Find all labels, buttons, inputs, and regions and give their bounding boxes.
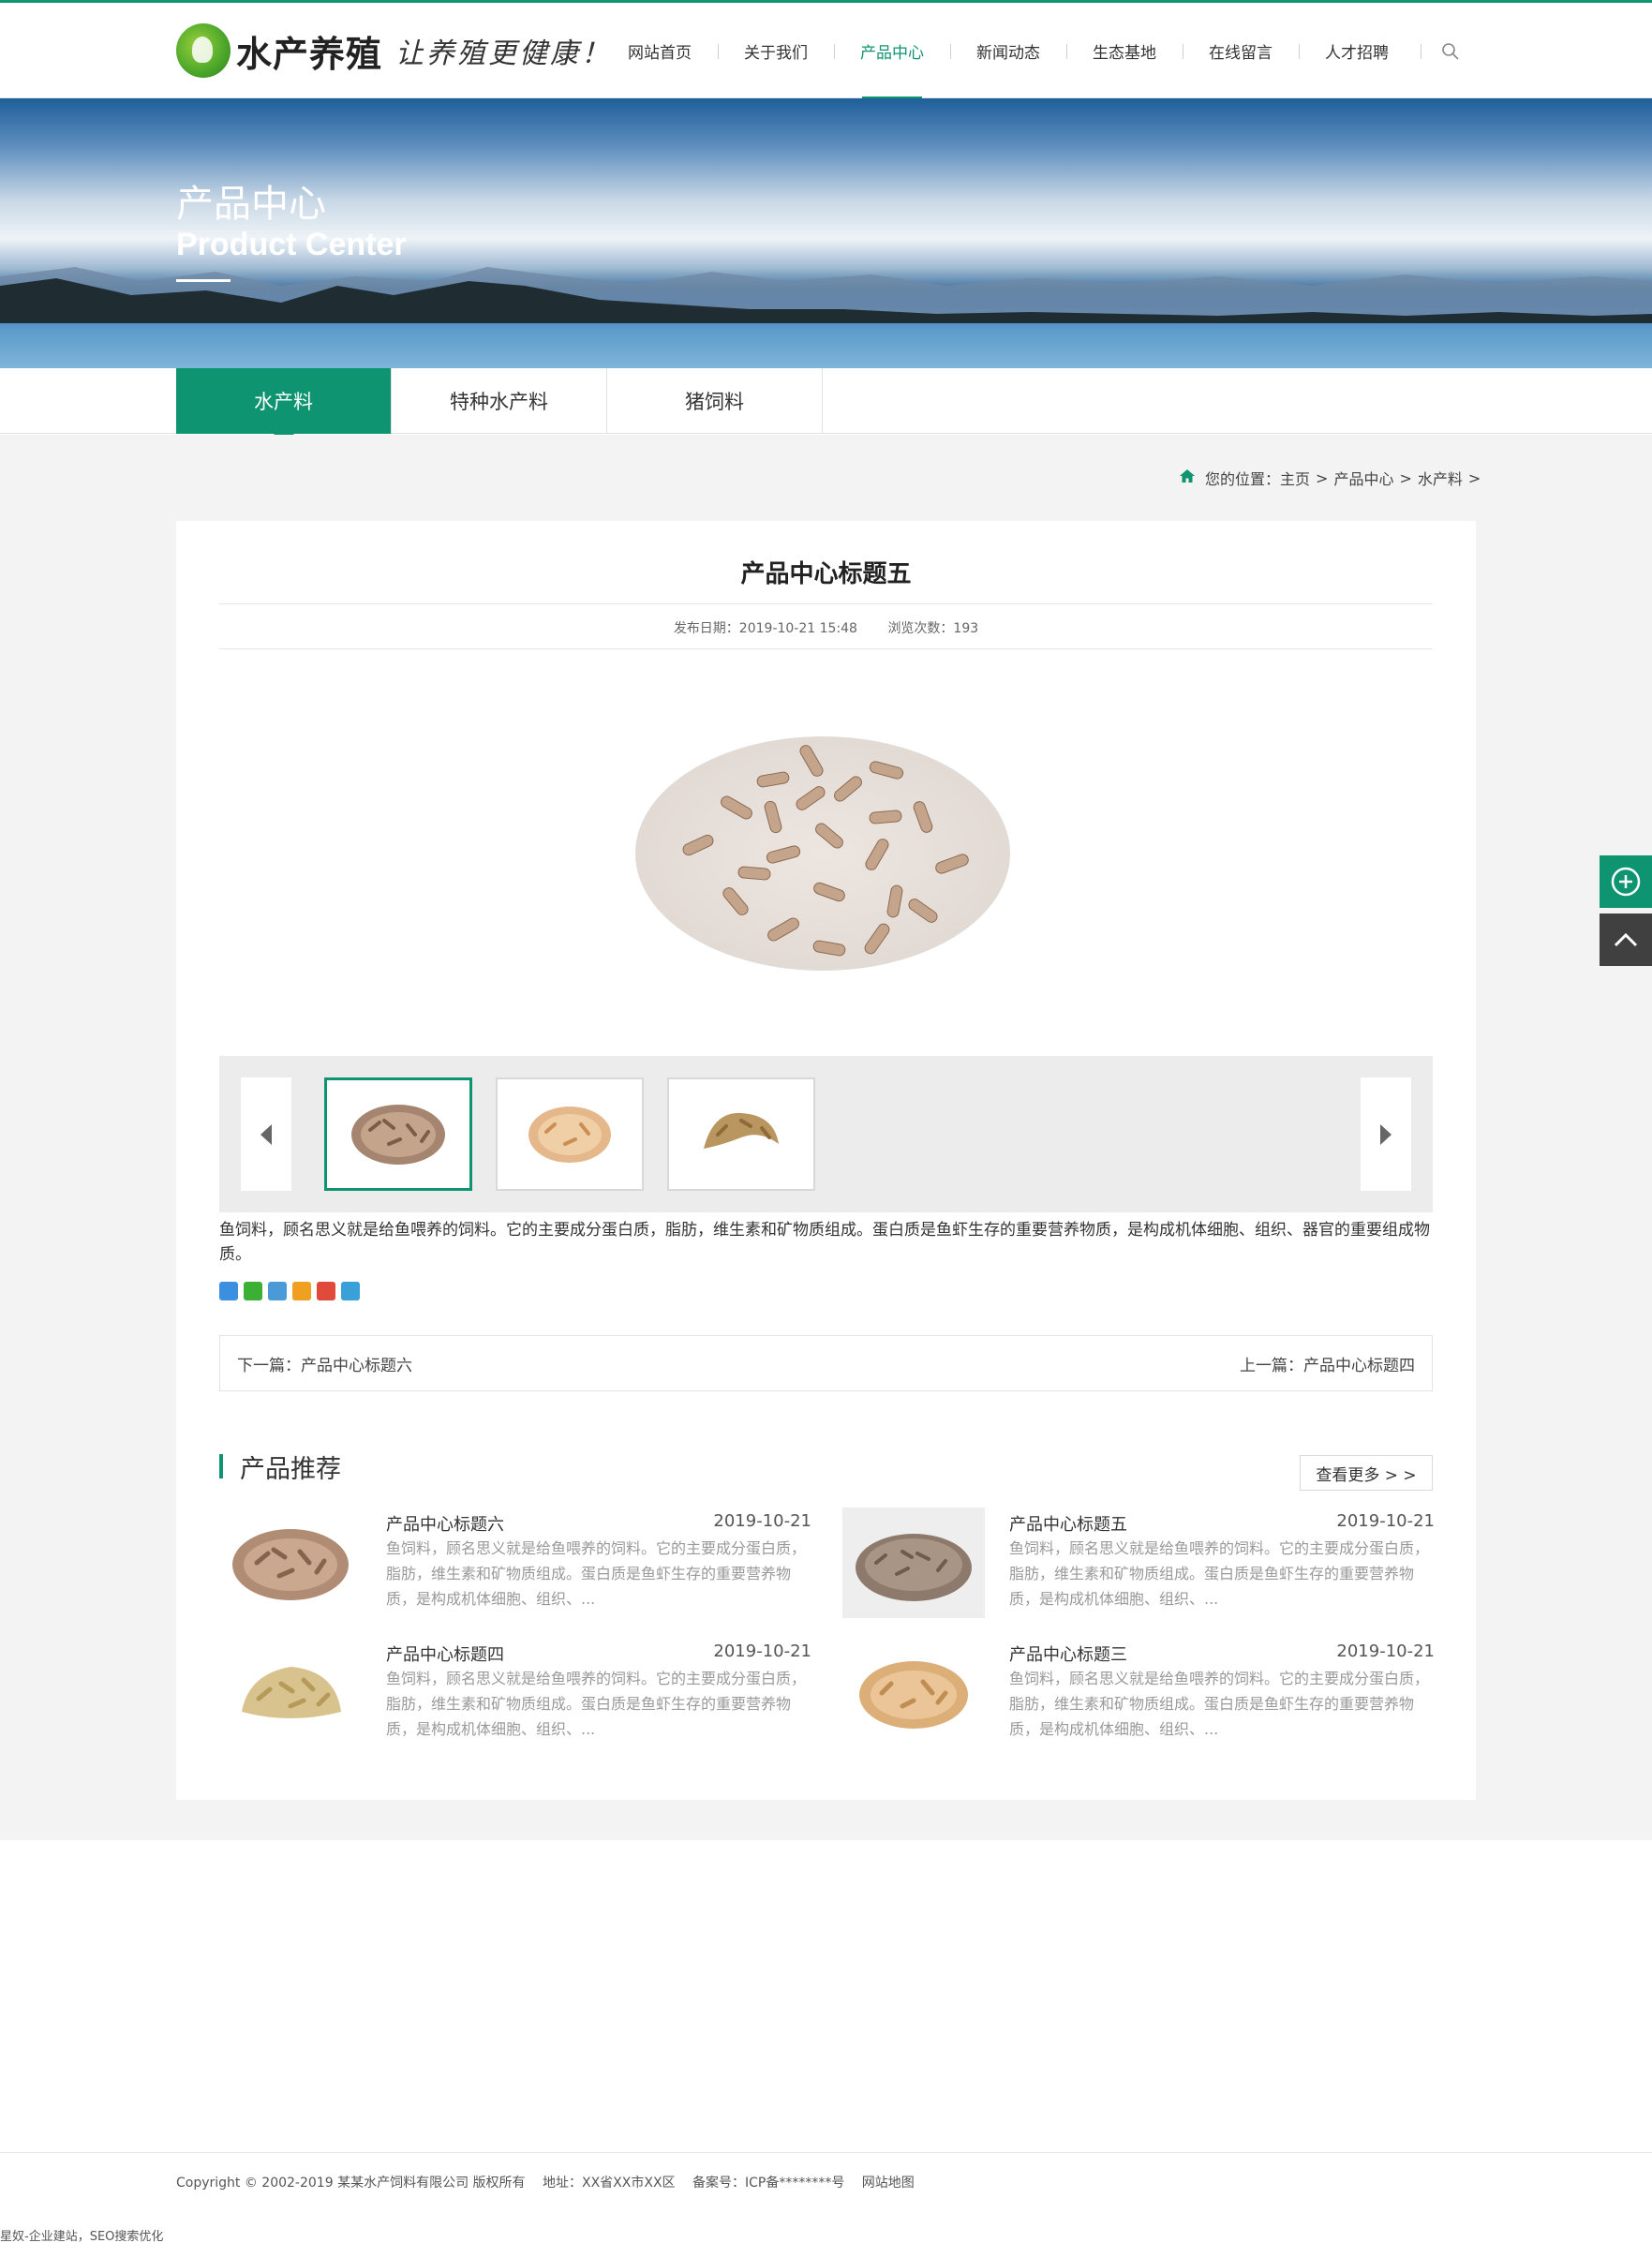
- recommend-item[interactable]: 产品中心标题四 2019-10-21 鱼饲料，顾名思义就是给鱼喂养的饲料。它的主…: [219, 1638, 811, 1754]
- recommend-date: 2019-10-21: [713, 1642, 811, 1661]
- breadcrumb-separator: >: [1399, 468, 1412, 487]
- publish-date: 发布日期：2019-10-21 15:48: [673, 621, 857, 636]
- share-weibo-icon[interactable]: [317, 1282, 335, 1300]
- thumbnail-image: [351, 1104, 445, 1165]
- breadcrumb: 您的位置： 主页 > 产品中心 > 水产料 >: [1179, 467, 1481, 489]
- banner-title-en: Product Center: [176, 227, 407, 262]
- product-main-image: [635, 736, 1010, 971]
- share-tencent-icon[interactable]: [341, 1282, 360, 1300]
- site-header: 水产养殖 让养殖更健康！ 网站首页 关于我们 产品中心 新闻动态 生态基地 在线…: [0, 3, 1652, 99]
- article-pagination: 下一篇：产品中心标题六 上一篇：产品中心标题四: [219, 1335, 1433, 1391]
- float-consult-button[interactable]: [1600, 855, 1652, 908]
- category-tabs-bar: 水产料 特种水产料 猪饲料: [0, 368, 1652, 444]
- recommend-summary: 鱼饲料，顾名思义就是给鱼喂养的饲料。它的主要成分蛋白质，脂肪，维生素和矿物质组成…: [386, 1539, 807, 1608]
- divider: [219, 648, 1433, 649]
- recommend-image: [842, 1638, 985, 1748]
- address-text: 地址：XX省XX市XX区: [542, 2176, 676, 2191]
- search-icon[interactable]: [1434, 35, 1467, 68]
- product-description: 鱼饲料，顾名思义就是给鱼喂养的饲料。它的主要成分蛋白质，脂肪，维生素和矿物质组成…: [219, 1221, 1430, 1264]
- nav-item-home[interactable]: 网站首页: [602, 3, 718, 98]
- breadcrumb-aquatic-feed[interactable]: 水产料: [1418, 467, 1463, 489]
- logo-slogan: 让养殖更健康！: [395, 37, 613, 70]
- carousel-prev-button[interactable]: [241, 1077, 291, 1191]
- icp-link[interactable]: 备案号：ICP备********号: [692, 2176, 844, 2191]
- arrow-right-icon: [1380, 1123, 1392, 1145]
- share-wechat-icon[interactable]: [244, 1282, 262, 1300]
- recommend-name[interactable]: 产品中心标题四: [386, 1642, 504, 1666]
- section-accent-bar: [219, 1454, 223, 1478]
- share-qq-icon[interactable]: [268, 1282, 287, 1300]
- carousel-thumbnail[interactable]: [496, 1077, 644, 1191]
- sitemap-link[interactable]: 网站地图: [862, 2176, 915, 2191]
- article-card: 产品中心标题五 发布日期：2019-10-21 15:48 浏览次数：193 鱼…: [176, 521, 1476, 1800]
- tab-aquatic-feed[interactable]: 水产料: [176, 368, 392, 444]
- recommend-image: [842, 1508, 985, 1618]
- view-more-button[interactable]: 查看更多 > >: [1300, 1455, 1433, 1491]
- next-article-link[interactable]: 下一篇：产品中心标题六: [237, 1352, 412, 1375]
- recommend-date: 2019-10-21: [1336, 1511, 1435, 1531]
- recommend-item[interactable]: 产品中心标题六 2019-10-21 鱼饲料，顾名思义就是给鱼喂养的饲料。它的主…: [219, 1508, 811, 1624]
- recommend-header: 产品推荐: [219, 1452, 341, 1484]
- nav-item-news[interactable]: 新闻动态: [950, 3, 1066, 98]
- recommend-date: 2019-10-21: [1336, 1642, 1435, 1661]
- recommend-name[interactable]: 产品中心标题五: [1009, 1511, 1127, 1536]
- share-more-icon[interactable]: [219, 1282, 238, 1300]
- recommend-item[interactable]: 产品中心标题五 2019-10-21 鱼饲料，顾名思义就是给鱼喂养的饲料。它的主…: [842, 1508, 1435, 1624]
- carousel-next-button[interactable]: [1361, 1077, 1411, 1191]
- breadcrumb-products[interactable]: 产品中心: [1333, 467, 1393, 489]
- nav-item-message[interactable]: 在线留言: [1183, 3, 1299, 98]
- prev-article-link[interactable]: 上一篇：产品中心标题四: [1240, 1352, 1415, 1375]
- back-to-top-button[interactable]: [1600, 914, 1652, 966]
- site-logo[interactable]: 水产养殖 让养殖更健康！: [176, 23, 612, 78]
- logo-text: 水产养殖: [236, 32, 383, 75]
- breadcrumb-prefix: 您的位置：: [1205, 470, 1281, 488]
- recommend-image: [219, 1638, 362, 1748]
- thumbnail-carousel: [219, 1056, 1433, 1212]
- recommend-item[interactable]: 产品中心标题三 2019-10-21 鱼饲料，顾名思义就是给鱼喂养的饲料。它的主…: [842, 1638, 1435, 1754]
- recommend-summary: 鱼饲料，顾名思义就是给鱼喂养的饲料。它的主要成分蛋白质，脂肪，维生素和矿物质组成…: [1009, 1539, 1430, 1608]
- carousel-thumbnail[interactable]: [324, 1077, 472, 1191]
- banner-underline: [176, 279, 231, 282]
- view-count: 浏览次数：193: [887, 621, 979, 636]
- carousel-thumbnail[interactable]: [667, 1077, 815, 1191]
- thumbnail-image: [704, 1112, 779, 1149]
- footer-copyright: Copyright © 2002-2019 某某水产饲料有限公司 版权所有 地址…: [176, 2173, 928, 2191]
- arrow-left-icon: [260, 1123, 272, 1145]
- logo-icon: [176, 23, 231, 78]
- home-icon: [1179, 468, 1196, 487]
- nav-item-products[interactable]: 产品中心: [834, 3, 950, 99]
- banner-title-cn: 产品中心: [176, 183, 326, 226]
- nav-item-recruit[interactable]: 人才招聘: [1299, 3, 1415, 98]
- plus-circle-icon: [1611, 867, 1641, 897]
- page-banner: 产品中心 Product Center: [0, 98, 1652, 368]
- footer-divider: [0, 2152, 1652, 2153]
- tab-pig-feed[interactable]: 猪饲料: [607, 368, 823, 434]
- chevron-up-icon: [1614, 932, 1638, 947]
- recommend-summary: 鱼饲料，顾名思义就是给鱼喂养的饲料。它的主要成分蛋白质，脂肪，维生素和矿物质组成…: [1009, 1670, 1430, 1738]
- bottom-credit-link[interactable]: 星奴-企业建站，SEO搜索优化: [0, 2226, 163, 2244]
- main-nav: 网站首页 关于我们 产品中心 新闻动态 生态基地 在线留言 人才招聘: [602, 3, 1415, 99]
- recommend-image: [219, 1508, 362, 1618]
- breadcrumb-home[interactable]: 主页: [1280, 467, 1310, 489]
- thumbnail-image: [528, 1106, 611, 1163]
- recommend-name[interactable]: 产品中心标题三: [1009, 1642, 1127, 1666]
- tab-special-aquatic-feed[interactable]: 特种水产料: [392, 368, 607, 434]
- breadcrumb-separator: >: [1467, 468, 1481, 487]
- copyright-text: Copyright © 2002-2019 某某水产饲料有限公司 版权所有: [176, 2176, 526, 2191]
- recommend-date: 2019-10-21: [713, 1511, 811, 1531]
- recommend-name[interactable]: 产品中心标题六: [386, 1511, 504, 1536]
- article-title: 产品中心标题五: [740, 560, 912, 588]
- breadcrumb-separator: >: [1316, 468, 1329, 487]
- article-meta: 发布日期：2019-10-21 15:48 浏览次数：193: [219, 618, 1433, 637]
- recommend-summary: 鱼饲料，顾名思义就是给鱼喂养的饲料。它的主要成分蛋白质，脂肪，维生素和矿物质组成…: [386, 1670, 807, 1738]
- share-buttons: [219, 1282, 360, 1300]
- divider: [219, 603, 1433, 604]
- nav-item-about[interactable]: 关于我们: [718, 3, 834, 98]
- nav-item-eco-base[interactable]: 生态基地: [1066, 3, 1183, 98]
- share-qzone-icon[interactable]: [292, 1282, 311, 1300]
- recommend-title: 产品推荐: [240, 1454, 341, 1484]
